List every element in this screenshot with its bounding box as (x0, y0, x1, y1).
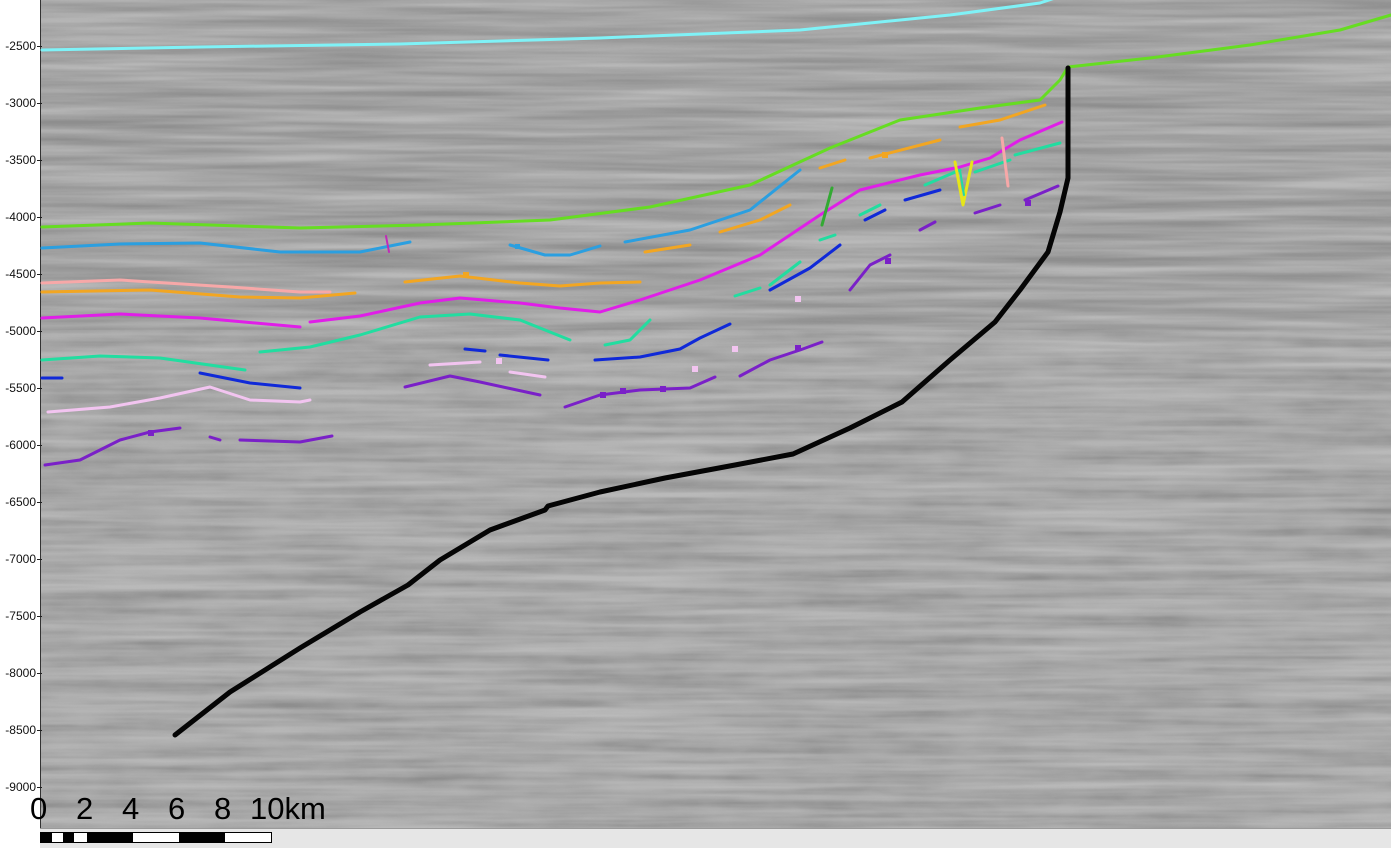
scale-label: 6 (168, 791, 186, 826)
scale-label: 8 (214, 791, 232, 826)
scale-segment (41, 833, 52, 842)
depth-tick (37, 331, 42, 332)
depth-tick (37, 559, 42, 560)
scale-label: 4 (122, 791, 140, 826)
depth-tick (37, 217, 42, 218)
scale-segment (87, 833, 133, 842)
depth-tick (37, 274, 42, 275)
seismic-section (40, 0, 1391, 828)
depth-tick (37, 673, 42, 674)
scale-label: 0 (30, 791, 48, 826)
depth-tick (37, 445, 42, 446)
depth-tick (37, 46, 42, 47)
depth-label: -6500 (5, 495, 36, 509)
depth-label: -3000 (5, 96, 36, 110)
depth-label: -5000 (5, 324, 36, 338)
depth-label: -3500 (5, 153, 36, 167)
depth-label: -7500 (5, 609, 36, 623)
depth-label: -5500 (5, 381, 36, 395)
depth-label: -8500 (5, 723, 36, 737)
depth-tick (37, 730, 42, 731)
scale-label: 10km (250, 791, 326, 826)
scale-segment (179, 833, 225, 842)
scale-label: 2 (76, 791, 94, 826)
depth-tick (37, 388, 42, 389)
scale-segment (63, 833, 74, 842)
depth-tick (37, 103, 42, 104)
depth-tick (37, 616, 42, 617)
seismic-section-view: -2500 -3000 -3500 -4000 -4500 -5000 -550… (0, 0, 1391, 848)
depth-label: -2500 (5, 39, 36, 53)
depth-label: -8000 (5, 666, 36, 680)
seismic-texture-deep (40, 330, 1391, 828)
depth-label: -6000 (5, 438, 36, 452)
depth-label: -4500 (5, 267, 36, 281)
depth-tick (37, 787, 42, 788)
depth-label: -7000 (5, 552, 36, 566)
depth-tick (37, 502, 42, 503)
depth-label: -4000 (5, 210, 36, 224)
scale-bar (40, 832, 272, 843)
depth-tick (37, 160, 42, 161)
